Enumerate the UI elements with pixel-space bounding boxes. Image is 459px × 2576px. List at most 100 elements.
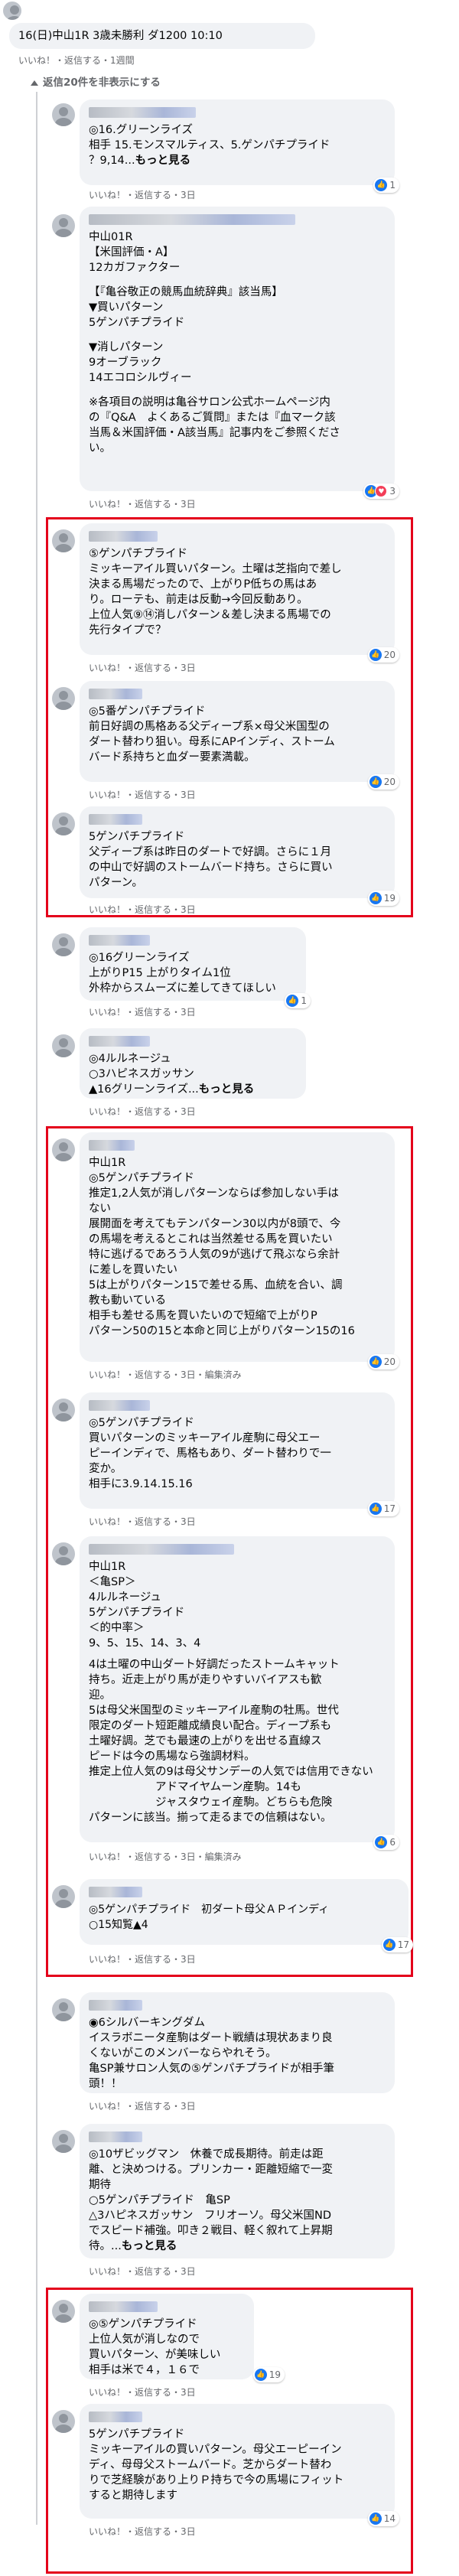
avatar[interactable] (52, 2410, 75, 2433)
comment-text: 展開面を考えてもテンパターン30以内が8頭で、今 (89, 1218, 341, 1230)
comment-bubble: ◎16.グリーンライズ 相手 15.モンスマルティス、5.ゲンパチプライド ？9… (80, 99, 399, 193)
comment-actions[interactable]: いいね！・返信する・3日 (89, 1105, 196, 1118)
comment-text: 土曜好調。芝でも最速の上がりを出せる直線ス (89, 1735, 322, 1747)
comment-text: い。 (89, 442, 111, 454)
see-more-link[interactable]: もっと見る (135, 155, 191, 167)
avatar[interactable] (52, 1399, 75, 1422)
heart-icon: ♥ (375, 485, 388, 497)
commenter-name[interactable] (89, 2412, 142, 2422)
avatar[interactable] (52, 1998, 75, 2021)
comment-text: 持ち。近走上がり馬が走りやすいバイアスも歓 (89, 1674, 322, 1686)
comment-text: 中山1R (89, 1157, 126, 1169)
comment-text: でスピード補強。叩き２戦目、軽く叙れて上昇期 (89, 2225, 333, 2237)
comment-text: ＜的中率＞ (89, 1622, 145, 1634)
commenter-name[interactable] (89, 935, 150, 946)
comment-actions[interactable]: いいね！・返信する・3日 (89, 788, 196, 801)
comment-actions[interactable]: いいね！・返信する・3日 (89, 1005, 196, 1018)
comment-text: 特に逃げるであろう人気の9が逃げて飛ぶなら余計 (89, 1249, 340, 1261)
reaction-count[interactable]: 👍 19 (367, 891, 399, 906)
see-more-link[interactable]: もっと見る (199, 1083, 255, 1096)
comment-actions[interactable]: いいね！・返信する・3日 (89, 188, 196, 201)
commenter-name[interactable] (89, 1140, 135, 1151)
reaction-count[interactable]: 👍 20 (367, 647, 399, 663)
avatar[interactable] (52, 529, 75, 552)
avatar[interactable] (52, 933, 75, 956)
comment-actions[interactable]: いいね！・返信する・3日 (89, 2265, 196, 2278)
avatar[interactable] (52, 214, 75, 237)
hide-replies-label: 返信20件を非表示にする (43, 77, 161, 89)
commenter-name[interactable] (89, 531, 158, 542)
commenter-name[interactable] (89, 1544, 234, 1555)
commenter-name[interactable] (89, 2301, 158, 2312)
commenter-name[interactable] (89, 689, 142, 699)
comment-bubble: ◎16グリーンライズ 上がりP15 上がりタイム1位 外枠からスムーズに差してき… (80, 927, 311, 1008)
comment-actions[interactable]: いいね！・返信する・3日 (89, 2525, 196, 2538)
comment-actions[interactable]: いいね！・返信する・3日 (89, 1952, 196, 1965)
comment-text: 推定1,2人気が消しパターンならば参加しない手は (89, 1187, 339, 1200)
comment-actions[interactable]: いいね！・返信する・3日 (89, 1515, 196, 1528)
comment-bubble: 中山1R ◎5ゲンパチプライド 推定1,2人気が消しパターンならば参加しない手は… (80, 1132, 399, 1369)
avatar[interactable] (52, 1034, 75, 1057)
comment-text: 9、5、15、14、3、4 (89, 1637, 201, 1649)
comment-text: 決まる馬場だったので、上がりP低ちの馬はあ (89, 578, 317, 591)
comment-text: 5ゲンパチプライド (89, 1607, 185, 1619)
comment-text: 中山1R (89, 1561, 126, 1573)
comment-text: ◎4ルルネージュ (89, 1053, 171, 1065)
comment-text: △3ハピネスガッサン フリオーソ。母父米国ND (89, 2210, 332, 2222)
commenter-name[interactable] (89, 1400, 150, 1411)
avatar[interactable] (52, 1885, 75, 1908)
comment-text: ○3ハピネスガッサン (89, 1068, 194, 1080)
commenter-name[interactable] (89, 214, 295, 225)
comment-text: ◎⑤ゲンパチプライド (89, 2318, 197, 2330)
comment-text: パターン50の15と本命と同じ上がりパターン15の16 (89, 1325, 355, 1337)
reaction-count[interactable]: 👍 20 (367, 1354, 399, 1369)
comment-text: 教も動いている (89, 1295, 167, 1307)
avatar[interactable] (52, 2130, 75, 2153)
comment-text: ◎5番ゲンパチプライド (89, 705, 206, 718)
commenter-name[interactable] (89, 1036, 150, 1047)
reaction-count[interactable]: 👍 20 (367, 774, 399, 790)
avatar[interactable] (52, 2300, 75, 2323)
comment-text: パターンに該当。揃って走るまでの信頼はない。 (89, 1812, 332, 1824)
comment-actions[interactable]: いいね！・返信する・3日 (89, 2099, 196, 2112)
post-title: 16(日)中山1R 3歳未勝利 ダ1200 10:10 (18, 30, 223, 42)
commenter-name[interactable] (89, 2000, 142, 2011)
commenter-name[interactable] (89, 2131, 142, 2142)
reaction-count[interactable]: 👍 19 (252, 2367, 285, 2382)
comment-text: 上位人気が消しなので (89, 2333, 200, 2346)
comment-text: 当馬＆米国評価・A該当馬』記事内をご参照くださ (89, 427, 340, 439)
comment-actions[interactable]: いいね！・返信する・3日・編集済み (89, 1368, 242, 1381)
avatar[interactable] (52, 1542, 75, 1565)
avatar[interactable] (3, 2, 21, 20)
reaction-count[interactable]: 👍 17 (367, 1501, 399, 1516)
reaction-count[interactable]: 👍 1 (373, 177, 399, 193)
post-actions[interactable]: いいね！・返信する・1週間 (18, 54, 135, 67)
comment-actions[interactable]: いいね！・返信する・3日 (89, 903, 196, 916)
comment-text: ▼消しパターン (89, 341, 164, 353)
hide-replies-link[interactable]: 返信20件を非表示にする (31, 73, 161, 89)
reaction-count[interactable]: 👍 1 (285, 993, 311, 1008)
comment-text: ◎16グリーンライズ (89, 952, 190, 964)
commenter-name[interactable] (89, 1887, 142, 1897)
comment-text: 【『亀谷敬正の競馬血統辞典』該当馬】 (89, 286, 283, 298)
comment-text: 父ディープ系は昨日のダートで好調。さらに１月 (89, 846, 332, 858)
comment-actions[interactable]: いいね！・返信する・3日 (89, 497, 196, 510)
commenter-name[interactable] (89, 107, 196, 118)
comment-actions[interactable]: いいね！・返信する・3日 (89, 661, 196, 674)
reaction-count[interactable]: 👍 6 (373, 1835, 399, 1850)
avatar[interactable] (52, 687, 75, 710)
avatar[interactable] (52, 813, 75, 835)
comment-text: 頭！！ (89, 2078, 122, 2090)
comment-bubble: ◎⑤ゲンパチプライド 上位人気が消しなので 買いパターン、が美味しい 相手は米で… (80, 2294, 285, 2382)
reaction-count[interactable]: 👍 14 (367, 2511, 399, 2526)
see-more-link[interactable]: もっと見る (122, 2240, 177, 2252)
comment-text: ピーインディで、馬格もあり、ダート替わりで一 (89, 1448, 331, 1460)
comment-actions[interactable]: いいね！・返信する・3日 (89, 2385, 196, 2399)
reaction-count[interactable]: 👍 ♥ 3 (363, 484, 399, 499)
avatar[interactable] (52, 103, 75, 126)
commenter-name[interactable] (89, 814, 142, 825)
comment-actions[interactable]: いいね！・返信する・3日・編集済み (89, 1850, 242, 1863)
avatar[interactable] (52, 1138, 75, 1161)
reaction-count[interactable]: 👍 17 (381, 1937, 413, 1952)
